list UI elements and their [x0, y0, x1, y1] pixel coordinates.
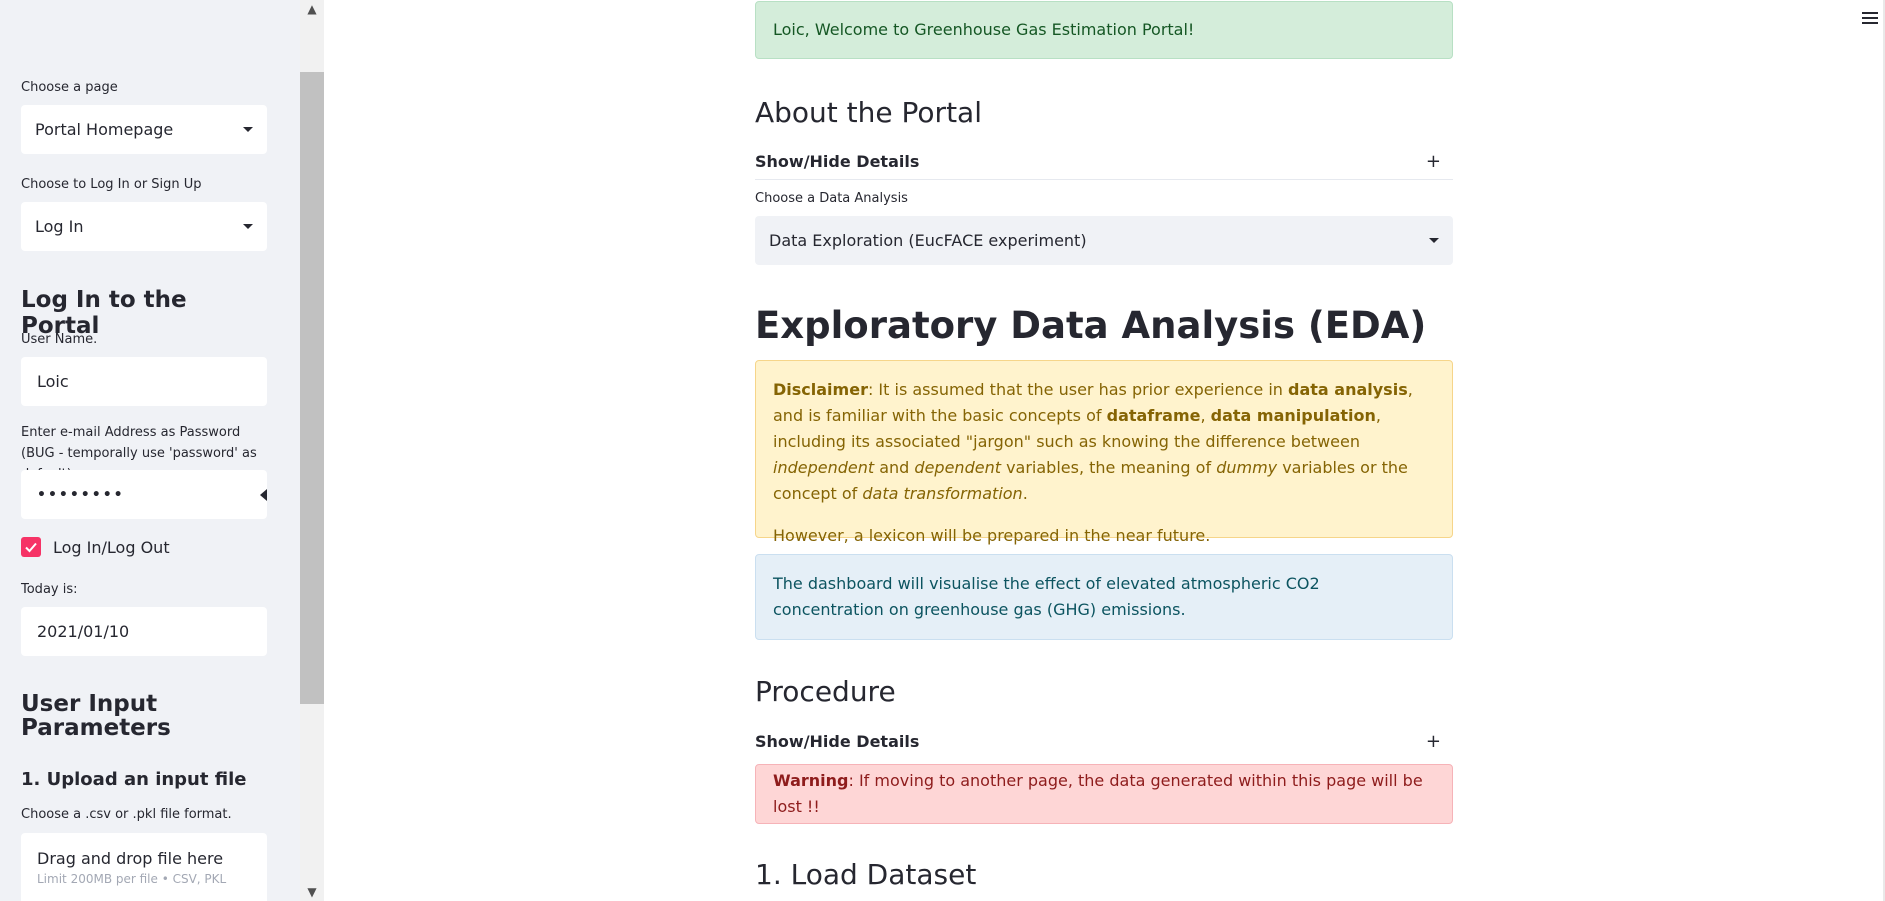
username-value: Loic — [37, 372, 69, 391]
disclaimer-text: : It is assumed that the user has prior … — [867, 380, 1289, 399]
load-dataset-heading: 1. Load Dataset — [755, 858, 977, 891]
choose-login-label: Choose to Log In or Sign Up — [21, 177, 202, 192]
checkbox-label: Log In/Log Out — [53, 537, 170, 557]
chevron-down-icon — [243, 127, 253, 132]
warning-title: Warning — [773, 771, 849, 790]
login-logout-checkbox[interactable]: Log In/Log Out — [21, 537, 170, 557]
disclaimer-italic: data transformation — [862, 484, 1023, 503]
info-alert: The dashboard will visualise the effect … — [755, 554, 1453, 640]
chevron-down-icon — [1429, 238, 1439, 243]
analysis-label: Choose a Data Analysis — [755, 191, 908, 206]
disclaimer-text: variables, the meaning of — [1000, 458, 1217, 477]
disclaimer-italic: dependent — [914, 458, 1001, 477]
sidebar: Choose a page Portal Homepage Choose to … — [0, 0, 300, 901]
about-heading: About the Portal — [755, 96, 982, 129]
login-select-value: Log In — [35, 217, 84, 236]
disclaimer-bold: data manipulation — [1210, 406, 1376, 425]
password-value: •••••••• — [37, 486, 125, 503]
warning-paragraph: Warning: If moving to another page, the … — [773, 768, 1435, 820]
page-select[interactable]: Portal Homepage — [21, 105, 267, 154]
disclaimer-title: Disclaimer — [773, 380, 868, 399]
warning-alert: Warning: If moving to another page, the … — [755, 764, 1453, 824]
disclaimer-italic: dummy — [1216, 458, 1278, 477]
password-field[interactable]: •••••••• — [21, 470, 267, 519]
chevron-down-icon — [243, 224, 253, 229]
dropzone-sub-text: Limit 200MB per file • CSV, PKL — [37, 872, 227, 886]
disclaimer-bold: data analysis — [1288, 380, 1408, 399]
procedure-expander-label: Show/Hide Details — [755, 731, 920, 751]
disclaimer-text: . — [1022, 484, 1028, 503]
checkbox-checked-icon[interactable] — [21, 537, 41, 557]
disclaimer-alert: Disclaimer: It is assumed that the user … — [755, 360, 1453, 545]
procedure-expander[interactable]: Show/Hide Details + — [755, 723, 1453, 759]
plus-icon: + — [1425, 730, 1441, 752]
upload-heading: 1. Upload an input file — [21, 769, 247, 790]
choose-page-label: Choose a page — [21, 80, 118, 95]
disclaimer-bold: dataframe — [1106, 406, 1201, 425]
plus-icon: + — [1425, 151, 1441, 172]
page-select-value: Portal Homepage — [35, 120, 174, 139]
disclaimer-italic: independent — [773, 458, 875, 477]
today-label: Today is: — [21, 582, 78, 597]
show-password-icon[interactable] — [260, 488, 267, 501]
scroll-down-icon[interactable]: ▼ — [300, 883, 324, 901]
disclaimer-second: However, a lexicon will be prepared in t… — [773, 526, 1211, 545]
scroll-up-icon[interactable]: ▲ — [300, 0, 324, 18]
sidebar-scroll-thumb[interactable] — [300, 72, 324, 704]
date-input[interactable]: 2021/01/10 — [21, 607, 267, 656]
username-field[interactable]: Loic — [21, 357, 267, 406]
expander-label: Show/Hide Details — [755, 152, 920, 171]
about-expander[interactable]: Show/Hide Details + — [755, 144, 1453, 180]
file-format-label: Choose a .csv or .pkl file format. — [21, 807, 232, 822]
date-value: 2021/01/10 — [37, 622, 130, 641]
hamburger-menu-icon[interactable] — [1862, 12, 1878, 27]
info-text: The dashboard will visualise the effect … — [773, 574, 1320, 619]
params-heading: User Input Parameters — [21, 691, 171, 741]
username-label: User Name. — [21, 332, 98, 347]
welcome-text: Loic, Welcome to Greenhouse Gas Estimati… — [773, 20, 1195, 39]
analysis-select-value: Data Exploration (EucFACE experiment) — [769, 231, 1087, 250]
welcome-alert: Loic, Welcome to Greenhouse Gas Estimati… — [755, 1, 1453, 59]
analysis-select[interactable]: Data Exploration (EucFACE experiment) — [755, 216, 1453, 265]
disclaimer-paragraph: Disclaimer: It is assumed that the user … — [773, 377, 1435, 507]
procedure-heading: Procedure — [755, 675, 896, 708]
sidebar-scrollbar[interactable]: ▲ ▼ — [300, 0, 324, 901]
dropzone-main-text: Drag and drop file here — [37, 849, 224, 868]
login-select[interactable]: Log In — [21, 202, 267, 251]
eda-heading: Exploratory Data Analysis (EDA) — [755, 304, 1427, 347]
warning-text: : If moving to another page, the data ge… — [773, 771, 1423, 816]
disclaimer-text: and — [874, 458, 915, 477]
file-dropzone[interactable]: Drag and drop file here Limit 200MB per … — [21, 833, 267, 901]
disclaimer-text: , — [1200, 406, 1211, 425]
